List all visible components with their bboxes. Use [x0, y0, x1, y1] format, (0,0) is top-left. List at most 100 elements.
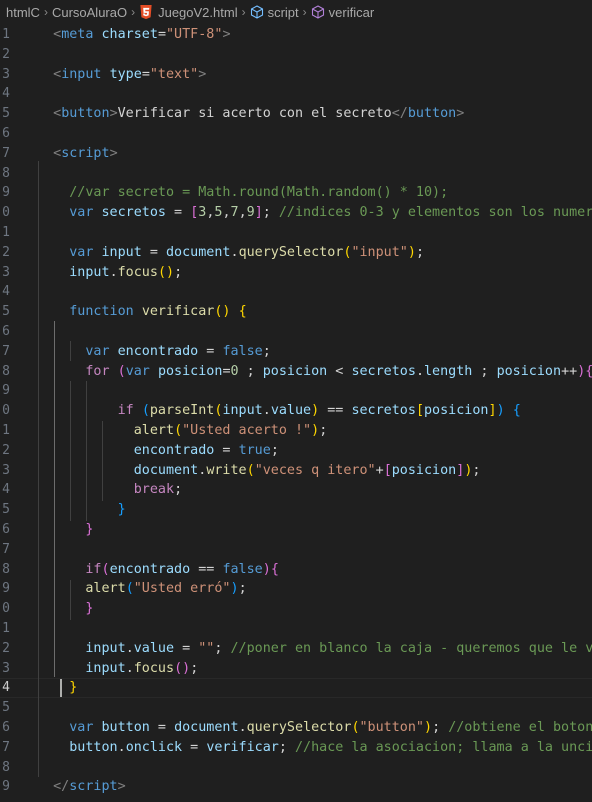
breadcrumb-item-cursoaluraO[interactable]: CursoAluraO [52, 5, 127, 20]
code-line[interactable]: 7 <script> [0, 144, 592, 164]
code-line[interactable]: 4 [0, 84, 592, 104]
line-number: 1 [2, 225, 10, 240]
code-line[interactable]: 6 [0, 124, 592, 144]
code-line[interactable]: 2 input.value = ""; //poner en blanco la… [0, 639, 592, 659]
code-line[interactable]: 2 encontrado = true; [0, 441, 592, 461]
code-text: function verificar() { [37, 302, 247, 322]
code-token: if [85, 561, 102, 577]
code-text: input.focus(); [37, 659, 198, 679]
code-line[interactable]: 8 for (var posicion=0 ; posicion < secre… [0, 362, 592, 382]
code-line[interactable]: 0 } [0, 599, 592, 619]
code-line[interactable]: 3 input.focus(); [0, 263, 592, 283]
code-line[interactable]: 1 [0, 223, 592, 243]
code-token: document [174, 720, 239, 735]
code-line[interactable]: 3 <input type="text"> [0, 65, 592, 85]
line-number: 9 [2, 779, 10, 795]
code-line[interactable]: 9 </script> [0, 777, 592, 797]
code-line[interactable]: 6 } [0, 520, 592, 540]
code-line[interactable]: 2 [0, 45, 592, 65]
code-token: { [270, 561, 279, 577]
code-token: ) [407, 244, 416, 260]
code-line[interactable]: 5 function verificar() { [0, 302, 592, 322]
line-number: 8 [2, 759, 10, 775]
code-token: [ [415, 403, 424, 419]
breadcrumb-item-script[interactable]: script [250, 5, 299, 20]
chevron-right-icon: › [131, 5, 136, 19]
code-line[interactable]: 1 alert("Usted acerto !"); [0, 421, 592, 441]
code-line[interactable]: 4 [0, 282, 592, 302]
code-line[interactable]: 3 input.focus(); [0, 659, 592, 679]
code-line[interactable]: 2 var input = document.querySelector("in… [0, 243, 592, 263]
code-token: < [327, 363, 352, 379]
code-text: input.value = ""; //poner en blanco la c… [37, 639, 592, 659]
code-token: script [61, 145, 110, 161]
code-token: = [182, 739, 207, 755]
code-line[interactable]: 7 button.onclick = verificar; //hace la … [0, 738, 592, 758]
code-line[interactable]: 5 <button>Verificar si acerto con el sec… [0, 104, 592, 124]
breadcrumb-item-htmlC[interactable]: htmlC [6, 5, 40, 20]
code-token: ; [238, 363, 263, 379]
code-token: < [53, 145, 62, 161]
line-number: 7 [2, 739, 10, 755]
code-token: write [206, 462, 247, 478]
code-text: } [37, 678, 77, 698]
code-token: + [375, 462, 384, 478]
code-token: var [69, 720, 94, 735]
code-token: </ [53, 779, 70, 795]
line-number: 6 [2, 324, 10, 339]
code-token: ) [424, 720, 433, 735]
code-line[interactable]: 1 [0, 619, 592, 639]
code-line[interactable]: 8 [0, 164, 592, 184]
code-line[interactable]: 4 } [0, 678, 592, 698]
code-line[interactable]: 9 [0, 381, 592, 401]
code-line[interactable]: 6 var button = document.querySelector("b… [0, 718, 592, 738]
code-token: ] [254, 205, 263, 221]
code-line[interactable]: 9 //var secreto = Math.round(Math.random… [0, 183, 592, 203]
breadcrumb-item-file[interactable]: JuegoV2.html [139, 4, 238, 20]
code-text: alert("Usted erró"); [37, 579, 246, 599]
code-token: [ [383, 462, 392, 478]
breadcrumb-item-verificar[interactable]: verificar [311, 5, 374, 20]
breadcrumb-label: CursoAluraO [51, 4, 128, 20]
code-token: function [69, 304, 134, 320]
line-number: 3 [2, 660, 10, 676]
html5-icon [140, 4, 152, 19]
code-editor[interactable]: 1 <meta charset="UTF-8"> 2 3 <input type="… [0, 24, 592, 802]
code-token: } [69, 680, 78, 696]
code-line[interactable]: 3 document.write("veces q itero"+[posici… [0, 461, 592, 481]
code-token: . [109, 264, 118, 280]
code-token: alert [133, 423, 175, 438]
code-token: 9 [246, 205, 255, 221]
code-line[interactable]: 8 if(encontrado == false){ [0, 560, 592, 580]
code-line[interactable]: 5 } [0, 500, 592, 520]
code-line[interactable]: 9 alert("Usted erró"); [0, 579, 592, 599]
code-line[interactable]: 8 [0, 758, 592, 778]
code-token: value [270, 403, 312, 419]
code-line[interactable]: 7 [0, 540, 592, 560]
line-number: 8 [2, 165, 10, 181]
line-number: 7 [2, 145, 10, 161]
code-token: . [238, 720, 247, 735]
code-token: { [238, 304, 247, 320]
code-token: = [214, 442, 239, 458]
code-token: //var secreto = Math.round(Math.random()… [69, 185, 449, 201]
code-line[interactable]: 1 <meta charset="UTF-8"> [0, 25, 592, 45]
code-line[interactable]: 6 [0, 322, 592, 342]
code-line[interactable]: 0 var secretos = [3,5,7,9]; //indices 0-… [0, 203, 592, 223]
line-number: 5 [2, 502, 10, 518]
code-token: ( [101, 561, 110, 577]
code-line[interactable]: 7 var encontrado = false; [0, 342, 592, 362]
code-token: ) [311, 403, 320, 419]
code-token: > [222, 27, 231, 42]
code-line[interactable]: 5 [0, 698, 592, 718]
line-number: 3 [2, 462, 10, 478]
code-line[interactable]: 4 break; [0, 480, 592, 500]
code-line[interactable]: 0 if (parseInt(input.value) == secretos[… [0, 401, 592, 421]
